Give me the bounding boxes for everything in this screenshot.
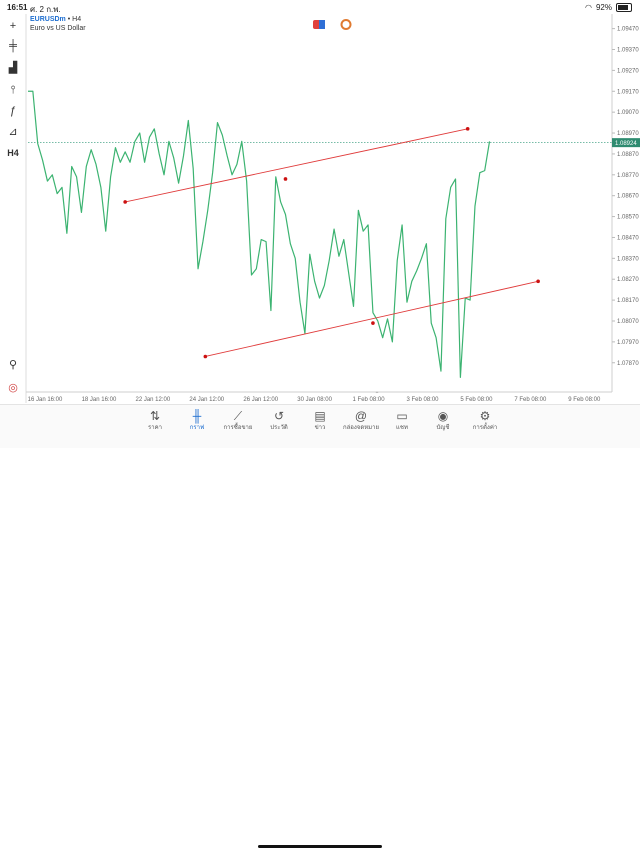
- chart-icon: ╫: [192, 409, 202, 423]
- trendline-handle[interactable]: [536, 279, 540, 284]
- price-series-line: [28, 90, 491, 378]
- x-axis: 16 Jan 16:00 18 Jan 16:00 22 Jan 12:00 24 J…: [28, 397, 601, 403]
- tab-label: ราคา: [148, 425, 162, 431]
- price-lines: 1.08924: [28, 138, 640, 148]
- trendline-handle[interactable]: [371, 321, 375, 325]
- y-tick-label: 1.08170: [617, 298, 639, 304]
- tab-trade[interactable]: ⟋ การซื้อขาย: [218, 408, 258, 433]
- tab-settings[interactable]: ⚙ การตั้งค่า: [465, 408, 505, 433]
- tab-label: ประวัติ: [270, 425, 288, 431]
- y-tick-label: 1.09170: [617, 89, 639, 95]
- tab-label: บัญชี: [436, 425, 450, 431]
- y-tick-label: 1.08370: [617, 256, 639, 262]
- x-tick-label: 1 Feb 08:00: [353, 397, 386, 403]
- x-tick-label: 16 Jan 16:00: [28, 397, 63, 403]
- trendline-handle[interactable]: [123, 200, 127, 204]
- tab-chart[interactable]: ╫ กราฟ: [177, 408, 217, 433]
- quotes-icon: ⇅: [149, 409, 161, 423]
- tab-label: กราฟ: [189, 425, 205, 431]
- price-chart[interactable]: 1.09470 1.09370 1.09270 1.09170 1.09070 1.089…: [0, 0, 640, 404]
- trade-button-icon-part: [319, 20, 325, 29]
- tab-label: ข่าว: [314, 425, 326, 431]
- tab-accounts[interactable]: ◉ บัญชี: [423, 408, 463, 433]
- scroll-handle-icon[interactable]: ⌃: [374, 391, 379, 398]
- trade-button[interactable]: [313, 20, 325, 29]
- tab-history[interactable]: ↺ ประวัติ: [259, 408, 299, 433]
- accounts-icon: ◉: [437, 409, 449, 423]
- x-tick-label: 30 Jan 08:00: [297, 397, 332, 403]
- mailbox-icon: @: [354, 409, 368, 423]
- tab-quotes[interactable]: ⇅ ราคา: [135, 408, 175, 433]
- chat-icon: ▭: [396, 409, 408, 423]
- tab-mailbox[interactable]: @ กล่องจดหมาย: [341, 408, 381, 433]
- trendline-1[interactable]: [125, 128, 468, 203]
- tab-bar: ⇅ ราคา ╫ กราฟ ⟋ การซื้อขาย ↺ ประวัติ ▤ ข…: [0, 404, 640, 848]
- y-tick-label: 1.08270: [617, 277, 639, 283]
- y-tick-label: 1.08070: [617, 319, 639, 325]
- current-price-label: 1.08924: [615, 141, 637, 147]
- y-tick-label: 1.09270: [617, 68, 639, 74]
- tab-label: แชท: [396, 425, 408, 431]
- indicator-circle-icon[interactable]: [340, 19, 352, 30]
- y-tick-label: 1.08770: [617, 173, 639, 179]
- y-tick-label: 1.08570: [617, 215, 639, 221]
- trendline-handle[interactable]: [283, 177, 288, 181]
- y-tick-label: 1.08970: [617, 131, 639, 137]
- y-axis: 1.09470 1.09370 1.09270 1.09170 1.09070 1.089…: [612, 27, 639, 367]
- tab-news[interactable]: ▤ ข่าว: [300, 408, 340, 433]
- x-tick-label: 24 Jan 12:00: [189, 397, 224, 403]
- x-tick-label: 9 Feb 08:00: [568, 397, 601, 403]
- x-tick-label: 5 Feb 08:00: [460, 397, 493, 403]
- y-tick-label: 1.08870: [617, 152, 639, 158]
- history-icon: ↺: [273, 409, 285, 423]
- tab-label: การซื้อขาย: [223, 425, 253, 431]
- y-tick-label: 1.09370: [617, 48, 639, 54]
- tab-chat[interactable]: ▭ แชท: [382, 408, 422, 433]
- y-tick-label: 1.09070: [617, 110, 639, 116]
- x-tick-label: 26 Jan 12:00: [243, 397, 278, 403]
- trade-icon: ⟋: [233, 409, 243, 423]
- news-icon: ▤: [314, 409, 326, 423]
- series-group: [28, 90, 491, 378]
- x-tick-label: 7 Feb 08:00: [514, 397, 547, 403]
- y-tick-label: 1.08470: [617, 235, 639, 241]
- x-tick-label: 18 Jan 16:00: [82, 397, 117, 403]
- y-tick-label: 1.09470: [617, 27, 639, 33]
- settings-icon: ⚙: [479, 409, 491, 423]
- y-tick-label: 1.07870: [617, 361, 639, 367]
- trendline-handle[interactable]: [465, 127, 470, 131]
- tab-label: กล่องจดหมาย: [342, 425, 380, 431]
- trendline-handle[interactable]: [203, 354, 208, 359]
- x-tick-label: 22 Jan 12:00: [136, 397, 171, 403]
- x-tick-label: 3 Feb 08:00: [406, 397, 439, 403]
- y-tick-label: 1.07970: [617, 340, 639, 346]
- tab-label: การตั้งค่า: [472, 425, 498, 431]
- y-tick-label: 1.08670: [617, 194, 639, 200]
